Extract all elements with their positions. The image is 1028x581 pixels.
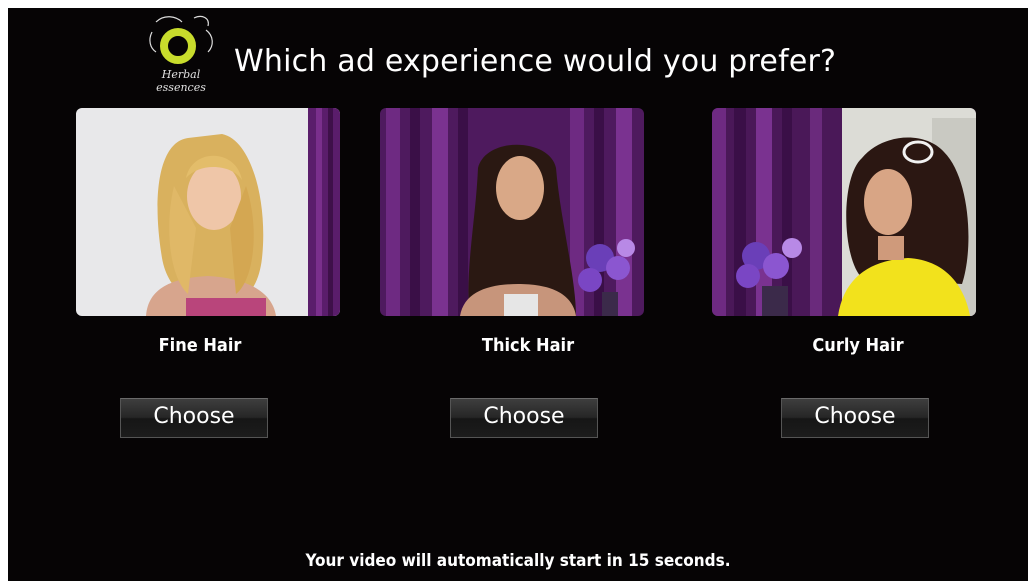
thick-hair-label: Thick Hair bbox=[481, 335, 575, 356]
curly-hair-label: Curly Hair bbox=[812, 335, 904, 356]
choose-curly-hair-button[interactable]: Choose bbox=[781, 398, 929, 438]
herbal-essences-logo: Herbal essences bbox=[142, 12, 220, 104]
page-title: Which ad experience would you prefer? bbox=[234, 44, 837, 79]
thick-hair-video-thumbnail[interactable] bbox=[380, 108, 644, 316]
logo-text-line2: essences bbox=[156, 81, 206, 94]
curly-hair-video-thumbnail[interactable] bbox=[712, 108, 976, 316]
choose-fine-hair-button[interactable]: Choose bbox=[120, 398, 268, 438]
autoplay-countdown-text: Your video will automatically start in 1… bbox=[305, 551, 731, 571]
logo-text-line1: Herbal bbox=[161, 68, 201, 81]
fine-hair-label: Fine Hair bbox=[158, 335, 242, 356]
choose-thick-hair-button[interactable]: Choose bbox=[450, 398, 598, 438]
fine-hair-video-thumbnail[interactable] bbox=[76, 108, 340, 316]
ad-selector-screen: Herbal essences Which ad experience woul… bbox=[8, 8, 1028, 581]
